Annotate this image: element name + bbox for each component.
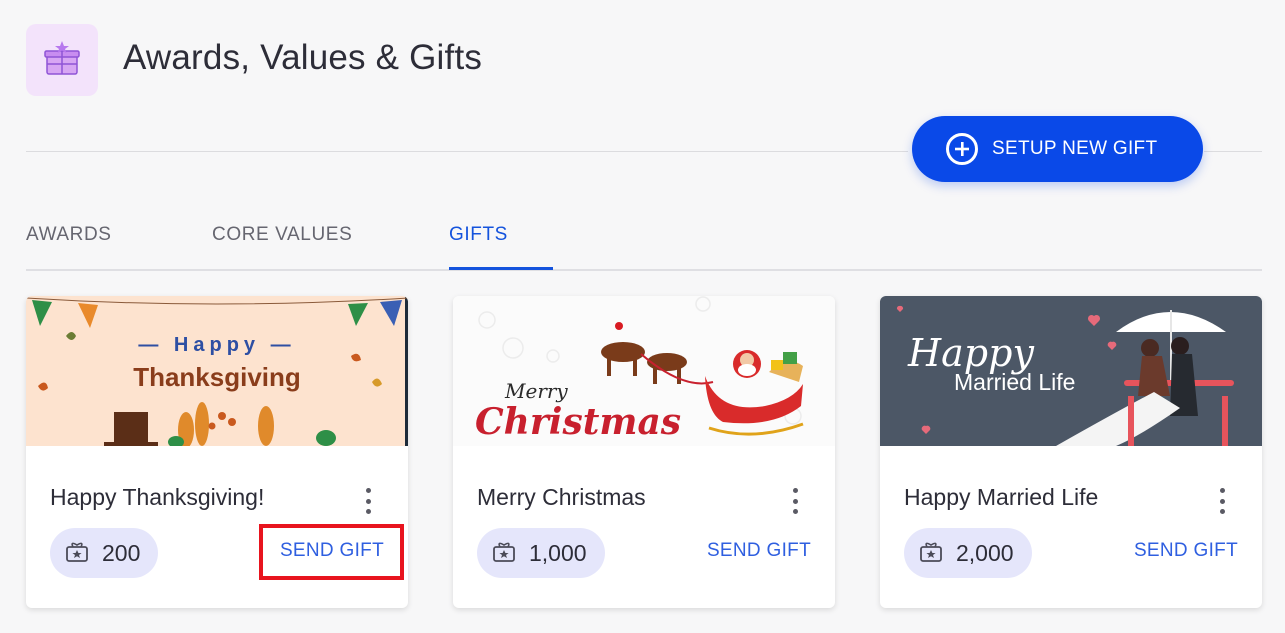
page-title: Awards, Values & Gifts bbox=[123, 38, 483, 77]
tab-gifts[interactable]: GIFTS bbox=[449, 224, 508, 246]
banner-line2-text: Married Life bbox=[954, 369, 1075, 395]
gift-title: Happy Thanksgiving! bbox=[50, 484, 265, 510]
send-gift-button[interactable]: SEND GIFT bbox=[1134, 540, 1238, 562]
send-gift-button[interactable]: SEND GIFT bbox=[707, 540, 811, 562]
gift-title: Happy Married Life bbox=[904, 484, 1099, 510]
banner-line2-text: Christmas bbox=[475, 401, 681, 443]
gift-points-icon bbox=[64, 538, 90, 569]
gift-banner-christmas: Merry Christmas bbox=[453, 296, 835, 446]
gift-points-icon bbox=[918, 538, 944, 569]
more-options-icon[interactable] bbox=[366, 488, 372, 514]
gift-box-icon bbox=[26, 24, 98, 96]
points-value: 2,000 bbox=[956, 539, 1014, 566]
points-value: 200 bbox=[102, 539, 141, 566]
tab-core-values[interactable]: CORE VALUES bbox=[212, 224, 352, 246]
tab-awards[interactable]: AWARDS bbox=[26, 224, 112, 246]
gift-banner-thanksgiving: — Happy — Thanksgiving bbox=[26, 296, 408, 446]
header-divider-right bbox=[1204, 151, 1262, 152]
active-tab-indicator bbox=[449, 267, 553, 270]
points-badge: 2,000 bbox=[904, 528, 1032, 578]
more-options-icon[interactable] bbox=[793, 488, 799, 514]
gift-points-icon bbox=[491, 538, 517, 569]
highlight-box bbox=[259, 524, 404, 580]
plus-circle-icon bbox=[946, 133, 978, 165]
points-badge: 1,000 bbox=[477, 528, 605, 578]
banner-line1-text: — Happy — bbox=[138, 334, 295, 356]
setup-new-gift-label: SETUP NEW GIFT bbox=[992, 138, 1158, 159]
gift-title: Merry Christmas bbox=[477, 484, 646, 510]
points-value: 1,000 bbox=[529, 539, 587, 566]
gift-banner-married-life: Happy Married Life bbox=[880, 296, 1262, 446]
more-options-icon[interactable] bbox=[1220, 488, 1226, 514]
setup-new-gift-button[interactable]: SETUP NEW GIFT bbox=[912, 116, 1203, 182]
points-badge: 200 bbox=[50, 528, 159, 578]
banner-line1-text: Merry bbox=[504, 379, 568, 403]
gift-card: Merry Christmas Merry Christmas 1,000 SE… bbox=[453, 296, 835, 608]
banner-line2-text: Thanksgiving bbox=[133, 362, 301, 392]
header-divider bbox=[26, 151, 908, 152]
gift-card: Happy Married Life Happy Married Life 2,… bbox=[880, 296, 1262, 608]
tab-bar: AWARDS CORE VALUES GIFTS bbox=[26, 205, 1262, 271]
